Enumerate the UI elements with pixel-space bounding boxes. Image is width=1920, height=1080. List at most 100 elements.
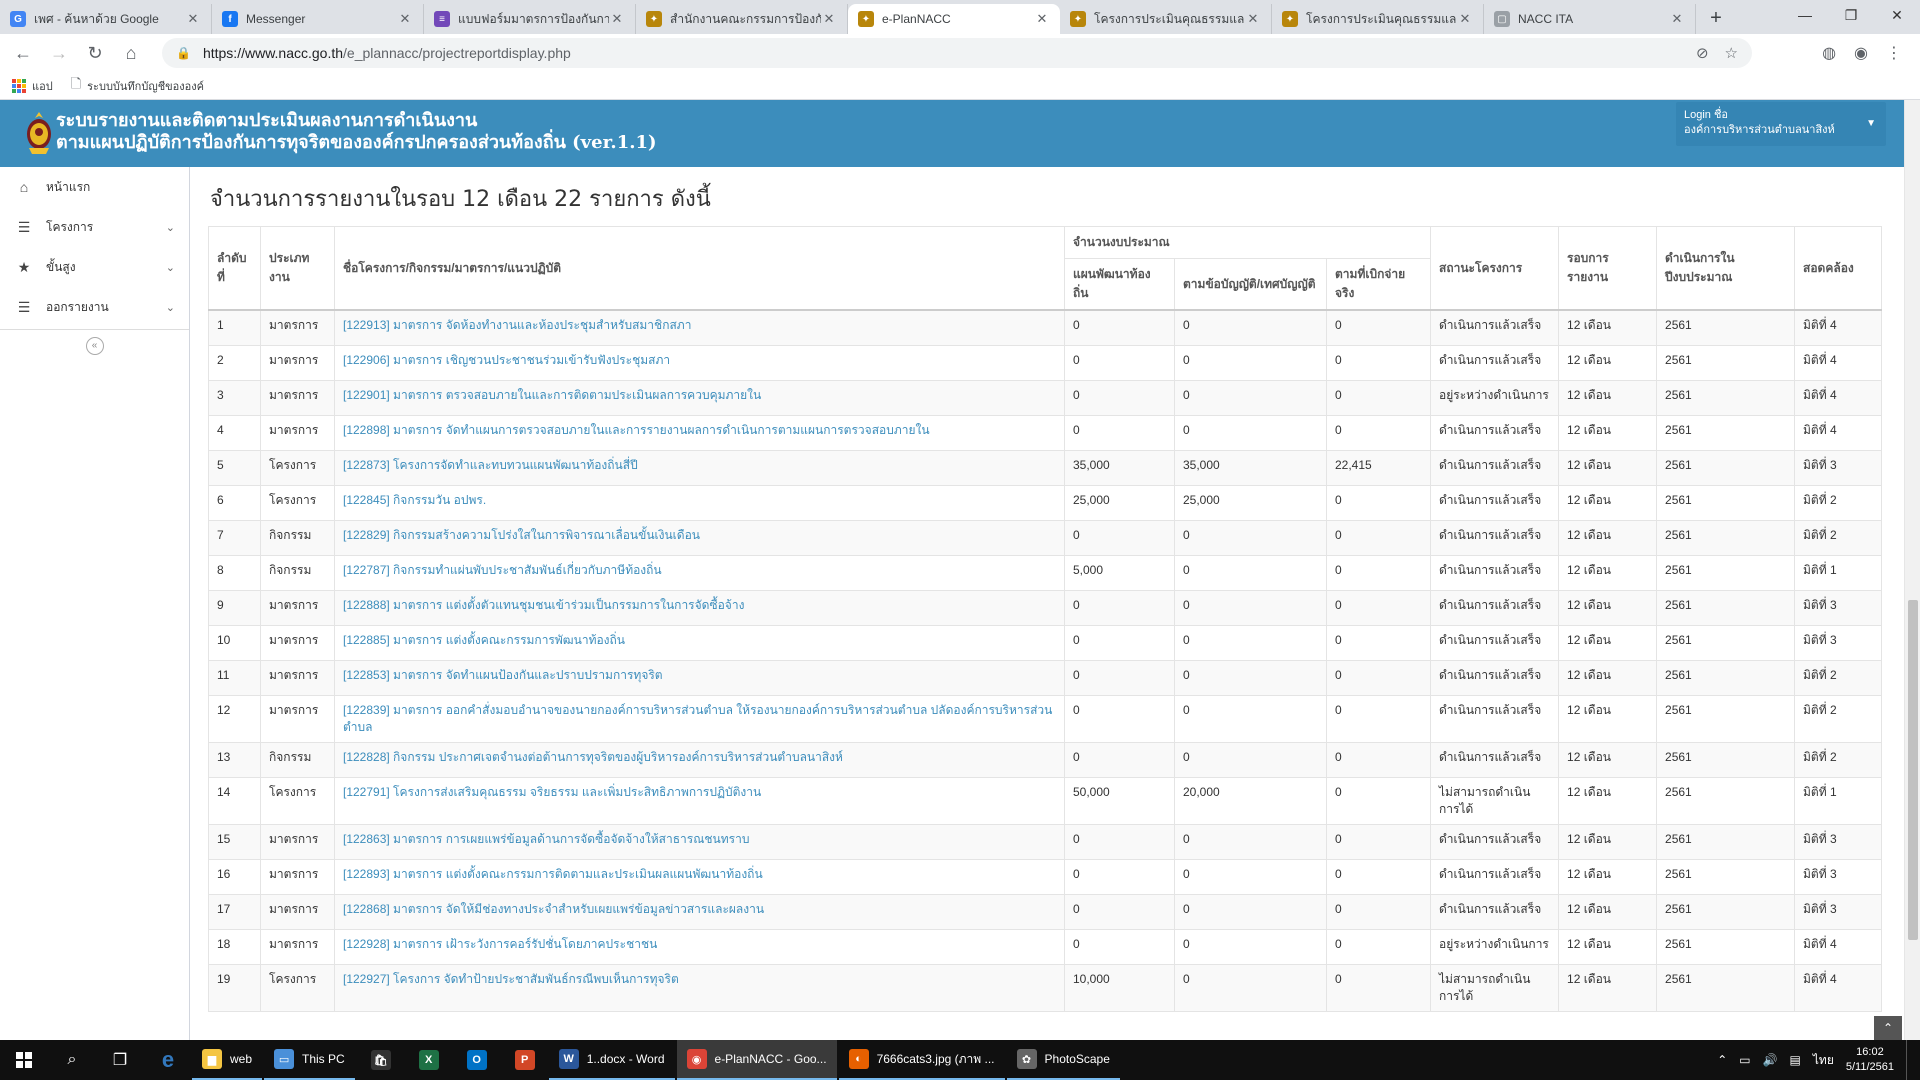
cell-round: 12 เดือน <box>1558 589 1658 626</box>
taskbar-pinned-app[interactable]: O <box>453 1040 501 1080</box>
page-scrollbar[interactable] <box>1904 100 1920 1040</box>
project-link[interactable]: [122839] มาตรการ ออกคำสั่งมอบอำนาจของนาย… <box>343 703 1052 734</box>
notification-icon[interactable]: ▤ <box>1790 1053 1801 1067</box>
taskbar-pinned-app[interactable]: 🛍 <box>357 1040 405 1080</box>
search-icon[interactable]: ⌕ <box>48 1040 96 1080</box>
taskbar-app[interactable]: ◉ e-PlanNACC - Goo... <box>676 1040 837 1080</box>
minimize-icon[interactable]: — <box>1782 0 1828 30</box>
taskbar-pinned-app[interactable]: P <box>501 1040 549 1080</box>
sidebar-item[interactable]: ★ ขั้นสูง ⌄ <box>0 247 189 287</box>
close-icon[interactable]: ✕ <box>1669 11 1685 27</box>
project-link[interactable]: [122898] มาตรการ จัดทำแผนการตรวจสอบภายใน… <box>343 423 930 437</box>
sidebar-item[interactable]: ☰ ออกรายงาน ⌄ <box>0 287 189 327</box>
task-view-icon[interactable]: ❐ <box>96 1040 144 1080</box>
project-link[interactable]: [122885] มาตรการ แต่งตั้งคณะกรรมการพัฒนา… <box>343 633 625 647</box>
cell-no: 15 <box>208 823 261 860</box>
taskbar-app[interactable]: ◐ 7666cats3.jpg (ภาพ ... <box>838 1040 1005 1080</box>
cell-no: 1 <box>208 309 261 346</box>
project-link[interactable]: [122853] มาตรการ จัดทำแผนป้องกันและปราบป… <box>343 668 663 682</box>
project-link[interactable]: [122913] มาตรการ จัดห้องทำงานและห้องประช… <box>343 318 691 332</box>
profile-icon[interactable]: ◉ <box>1854 43 1868 63</box>
header-actual: ตามที่เบิกจ่ายจริง <box>1325 258 1432 311</box>
cell-ordinance: 0 <box>1174 694 1327 743</box>
close-icon[interactable]: ✕ <box>185 11 201 27</box>
cell-type: มาตรการ <box>260 659 335 696</box>
taskbar-app[interactable]: ✿ PhotoScape <box>1006 1040 1120 1080</box>
project-link[interactable]: [122863] มาตรการ การเผยแพร่ข้อมูลด้านการ… <box>343 832 749 846</box>
scroll-to-top-button[interactable]: ⌃ <box>1874 1016 1902 1040</box>
close-icon[interactable]: ✕ <box>1457 11 1473 27</box>
sidebar-item[interactable]: ⌂ หน้าแรก <box>0 167 189 207</box>
project-link[interactable]: [122927] โครงการ จัดทำป้ายประชาสัมพันธ์ก… <box>343 972 679 986</box>
clock[interactable]: 16:02 5/11/2561 <box>1846 1045 1894 1075</box>
project-link[interactable]: [122828] กิจกรรม ประกาศเจตจำนงต่อต้านการ… <box>343 750 843 764</box>
cell-type: มาตรการ <box>260 344 335 381</box>
scrollbar-thumb[interactable] <box>1908 600 1918 940</box>
close-icon[interactable]: ✕ <box>821 11 837 27</box>
browser-tab[interactable]: ✦ โครงการประเมินคุณธรรมและควา✕ <box>1060 4 1272 34</box>
powerpoint-icon: P <box>514 1050 535 1070</box>
project-link[interactable]: [122787] กิจกรรมทำแผ่นพับประชาสัมพันธ์เก… <box>343 563 662 577</box>
project-link[interactable]: [122928] มาตรการ เฝ้าระวังการคอร์รัปชั่น… <box>343 937 657 951</box>
browser-tab[interactable]: ✦ โครงการประเมินคุณธรรมและควา✕ <box>1272 4 1484 34</box>
home-icon[interactable]: ⌂ <box>116 38 146 68</box>
browser-tab[interactable]: G เพศ - ค้นหาด้วย Google ✕ <box>0 4 212 34</box>
bookmark-accounting[interactable]: 🗋 ระบบบันทึกบัญชีขององค์ <box>71 75 204 97</box>
table-row: 3 มาตรการ [122901] มาตรการ ตรวจสอบภายในและ… <box>208 379 1883 416</box>
menu-icon[interactable]: ⋮ <box>1886 43 1902 63</box>
user-menu[interactable]: Login ชื่อ องค์การบริหารส่วนตำบลนาสิงห์ … <box>1676 102 1886 146</box>
chevron-up-icon[interactable]: ⌃ <box>1717 1053 1727 1067</box>
taskbar-app[interactable]: W 1..docx - Word <box>548 1040 675 1080</box>
browser-tab[interactable]: ✦ สำนักงานคณะกรรมการป้องกันแ✕ <box>636 4 848 34</box>
address-bar[interactable]: 🔒 https://www.nacc.go.th/e_plannacc/proj… <box>162 38 1752 68</box>
extension-icon[interactable]: ◍ <box>1822 43 1836 63</box>
project-link[interactable]: [122829] กิจกรรมสร้างความโปร่งใสในการพิจ… <box>343 528 700 542</box>
show-desktop-button[interactable] <box>1906 1040 1910 1080</box>
reload-icon[interactable]: ↻ <box>80 38 110 68</box>
project-link[interactable]: [122901] มาตรการ ตรวจสอบภายในและการติดตา… <box>343 388 761 402</box>
cell-no: 16 <box>208 858 261 895</box>
bookmark-apps[interactable]: แอป <box>12 77 53 95</box>
start-button[interactable] <box>0 1040 48 1080</box>
cell-no: 2 <box>208 344 261 381</box>
cell-round: 12 เดือน <box>1558 823 1658 860</box>
browser-tab[interactable]: f Messenger ✕ <box>212 4 424 34</box>
network-icon[interactable]: ▭ <box>1739 1053 1750 1067</box>
cell-type: มาตรการ <box>260 928 335 965</box>
new-tab-button[interactable]: + <box>1702 4 1730 32</box>
forward-icon[interactable]: → <box>44 38 74 68</box>
facebook-icon: f <box>222 11 238 27</box>
project-link[interactable]: [122873] โครงการจัดทำและทบทวนแผนพัฒนาท้อ… <box>343 458 638 472</box>
bookmark-star-icon[interactable]: ☆ <box>1725 44 1738 62</box>
volume-icon[interactable]: 🔊 <box>1763 1053 1778 1067</box>
taskbar-pinned-app[interactable]: X <box>405 1040 453 1080</box>
close-icon[interactable]: ✕ <box>397 11 413 27</box>
taskbar-app[interactable]: ▆ web <box>192 1040 263 1080</box>
back-icon[interactable]: ← <box>8 38 38 68</box>
project-link[interactable]: [122868] มาตรการ จัดให้มีช่องทางประจำสำห… <box>343 902 764 916</box>
table-row: 10 มาตรการ [122885] มาตรการ แต่งตั้งคณะกรร… <box>208 624 1883 661</box>
sidebar-item[interactable]: ☰ โครงการ ⌄ <box>0 207 189 247</box>
cell-type: มาตรการ <box>260 624 335 661</box>
browser-tab[interactable]: ✦ e-PlanNACC ✕ <box>848 4 1060 34</box>
close-icon[interactable]: ✕ <box>1034 11 1050 27</box>
close-icon[interactable]: ✕ <box>1245 11 1261 27</box>
close-icon[interactable]: ✕ <box>609 11 625 27</box>
browser-tab[interactable]: ≡ แบบฟอร์มมาตรการป้องกันการทุ ✕ <box>424 4 636 34</box>
blocked-popup-icon[interactable]: ⊘ <box>1696 44 1709 62</box>
browser-tab[interactable]: ▢ NACC ITA ✕ <box>1484 4 1696 34</box>
cell-dimension: มิติที่ 4 <box>1794 963 1883 1012</box>
language-indicator[interactable]: ไทย <box>1813 1051 1834 1070</box>
cell-type: กิจกรรม <box>260 519 335 556</box>
cell-dimension: มิติที่ 4 <box>1794 309 1883 346</box>
project-link[interactable]: [122845] กิจกรรมวัน อปพร. <box>343 493 486 507</box>
project-link[interactable]: [122893] มาตรการ แต่งตั้งคณะกรรมการติดตา… <box>343 867 763 881</box>
project-link[interactable]: [122906] มาตรการ เชิญชวนประชาชนร่วมเข้าร… <box>343 353 670 367</box>
project-link[interactable]: [122791] โครงการส่งเสริมคุณธรรม จริยธรรม… <box>343 785 761 799</box>
collapse-sidebar-button[interactable]: « <box>85 336 104 355</box>
edge-icon[interactable]: e <box>144 1040 192 1080</box>
restore-icon[interactable]: ❐ <box>1828 0 1874 30</box>
close-window-icon[interactable]: ✕ <box>1874 0 1920 30</box>
taskbar-app[interactable]: ▭ This PC <box>264 1040 355 1080</box>
project-link[interactable]: [122888] มาตรการ แต่งตั้งตัวแทนชุมชนเข้า… <box>343 598 744 612</box>
